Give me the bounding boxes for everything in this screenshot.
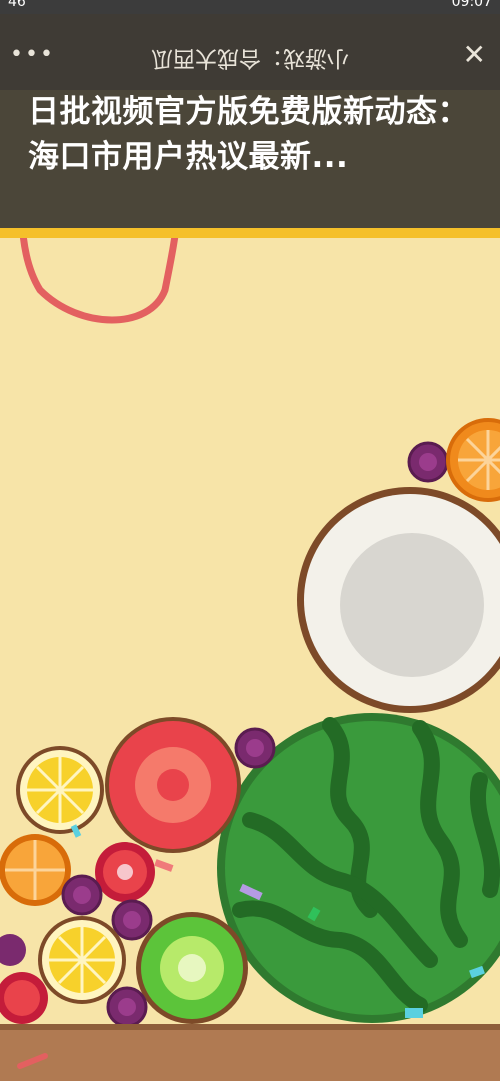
grape-fruit [61, 874, 103, 916]
grape-fruit [407, 441, 449, 483]
headline-banner[interactable]: 日批视频官方版免费版新动态：海口市用户热议最新... [0, 90, 500, 228]
top-nav-bar: ••• 小游戏：合成大西瓜 ✕ [0, 14, 500, 90]
drop-guide-line [20, 238, 179, 324]
status-bar: 46 09:07 [0, 0, 500, 14]
kiwi-fruit [136, 912, 248, 1024]
orange-fruit [0, 834, 71, 906]
game-play-area[interactable] [0, 238, 500, 1081]
orange-fruit [446, 418, 500, 502]
grape-fruit [111, 899, 153, 941]
signal-indicator: 46 [8, 0, 26, 10]
confetti-piece [405, 1008, 423, 1018]
lemon-fruit [38, 916, 126, 1004]
grape-fruit [106, 986, 148, 1028]
banner-divider [0, 228, 500, 238]
ground-floor [0, 1024, 500, 1081]
grape-fruit [0, 934, 26, 966]
strawberry-fruit [95, 842, 155, 902]
coconut-fruit [297, 487, 500, 713]
game-scene [0, 238, 500, 1081]
close-button[interactable]: ✕ [463, 38, 486, 71]
lemon-fruit [16, 746, 104, 834]
grape-fruit [234, 727, 276, 769]
confetti-piece [154, 859, 174, 872]
tomato-fruit [105, 717, 241, 853]
headline-text: 日批视频官方版免费版新动态：海口市用户热议最新... [28, 94, 469, 175]
strawberry-fruit [0, 972, 48, 1024]
clock: 09:07 [451, 0, 492, 10]
page-title: 小游戏：合成大西瓜 [151, 45, 350, 70]
